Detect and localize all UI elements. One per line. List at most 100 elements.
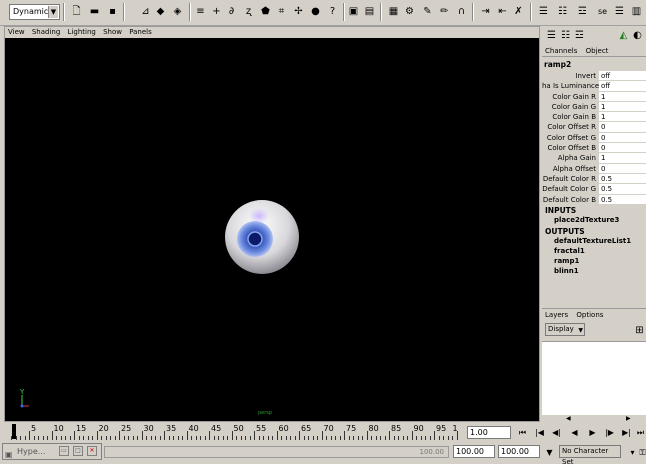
attribute-view-icon[interactable]: ☷ xyxy=(558,28,573,43)
render-view-icon[interactable]: ◐ xyxy=(630,28,645,43)
step-back-frame-icon[interactable]: ◀| xyxy=(550,426,563,439)
restore-button[interactable]: ▭ xyxy=(59,446,69,456)
attribute-value[interactable]: 1 xyxy=(599,101,646,113)
play-forward-icon[interactable]: ▶ xyxy=(586,426,599,439)
menu-set-dropdown[interactable]: Dynamics ▼ xyxy=(9,4,60,20)
ipr-render-icon[interactable]: ▤ xyxy=(362,4,377,19)
sphere-icon[interactable]: ● xyxy=(308,4,323,19)
input-icon[interactable]: ⇥ xyxy=(478,4,493,19)
maximize-button[interactable]: □ xyxy=(73,446,83,456)
attribute-value[interactable]: 1 xyxy=(599,153,646,164)
snap-surface-icon[interactable]: ✢ xyxy=(291,4,306,19)
attribute-row[interactable]: Default Color B 0.5 xyxy=(542,194,646,205)
range-end-field[interactable]: 100.00 xyxy=(498,445,540,458)
menu-view[interactable]: View xyxy=(8,28,25,36)
pick-mask-icon[interactable]: ≡ xyxy=(193,4,208,19)
time-slider[interactable]: 5 10 15 20 25 30 35 40 45 50 55 60 65 70 75 80 85 90 95 1 1… xyxy=(0,423,646,441)
tab-object[interactable]: Object xyxy=(586,47,609,55)
layer-scrollbar[interactable]: ◀ ▶ xyxy=(542,415,646,423)
attribute-editor-icon[interactable]: ☰ xyxy=(536,4,551,19)
minimized-window-hypershade[interactable]: ▣ Hype... ▭ □ ✕ xyxy=(2,443,102,460)
paint-icon[interactable]: ✎ xyxy=(420,4,435,19)
menu-layers[interactable]: Layers xyxy=(545,311,568,319)
help-icon[interactable]: ? xyxy=(325,4,340,19)
new-layer-icon[interactable]: ⊞ xyxy=(632,323,646,338)
menu-show[interactable]: Show xyxy=(103,28,122,36)
list-icon[interactable]: ☰ xyxy=(612,4,627,19)
select-hierarchy-icon[interactable]: ⊿ xyxy=(138,4,153,19)
output-node[interactable]: fractal1 xyxy=(554,247,585,255)
panel-icon[interactable]: ▥ xyxy=(629,4,644,19)
attribute-row[interactable]: Alpha Offset 0 xyxy=(542,163,646,174)
snap-plane-icon[interactable]: ⌗ xyxy=(274,4,289,19)
tool-view-icon[interactable]: ☲ xyxy=(572,28,587,43)
key-icon[interactable]: ⚿ xyxy=(636,446,646,459)
viewport-canvas[interactable]: Y persp xyxy=(5,38,539,421)
go-to-start-icon[interactable]: ⏮ xyxy=(516,426,529,439)
node-name[interactable]: ramp2 xyxy=(544,60,644,70)
output-node[interactable]: defaultTextureList1 xyxy=(554,237,631,245)
current-time-marker[interactable] xyxy=(12,424,16,439)
select-object-icon[interactable]: ◆ xyxy=(153,4,168,19)
snap-grid-icon[interactable]: ʐ xyxy=(241,4,256,19)
attribute-row[interactable]: Color Offset R0 xyxy=(542,122,646,133)
select-component-icon[interactable]: ◈ xyxy=(170,4,185,19)
snap-curve-icon[interactable]: ∂ xyxy=(224,4,239,19)
attribute-value[interactable]: off xyxy=(599,71,646,82)
tab-channels[interactable]: Channels xyxy=(545,47,577,55)
menu-shading[interactable]: Shading xyxy=(32,28,60,36)
snap-point-icon[interactable]: ⬟ xyxy=(258,4,273,19)
tool-settings-icon[interactable]: ☷ xyxy=(555,4,570,19)
output-node[interactable]: blinn1 xyxy=(554,267,579,275)
attribute-row[interactable]: Alpha Gain 1 xyxy=(542,153,646,164)
render-icon[interactable]: ▣ xyxy=(346,4,361,19)
layer-type-dropdown[interactable]: Display ▼ xyxy=(545,323,585,336)
attribute-value[interactable]: 0 xyxy=(599,143,646,154)
go-to-end-icon[interactable]: ⏭ xyxy=(634,426,646,439)
open-scene-icon[interactable]: ▬ xyxy=(87,4,102,19)
attribute-value[interactable]: 0 xyxy=(599,132,646,144)
sculpt-icon[interactable]: ✏ xyxy=(437,4,452,19)
perspective-viewport[interactable]: View Shading Lighting Show Panels Y pers… xyxy=(4,26,540,422)
attribute-value[interactable]: 1 xyxy=(599,91,646,102)
attribute-value[interactable]: 0 xyxy=(599,163,646,174)
shader-icon[interactable]: ◭ xyxy=(616,28,631,43)
input-node[interactable]: place2dTexture3 xyxy=(554,216,619,224)
scroll-left-icon[interactable]: ◀ xyxy=(566,415,571,422)
attribute-value[interactable]: 0.5 xyxy=(599,184,646,195)
output-icon[interactable]: ⇤ xyxy=(495,4,510,19)
output-node[interactable]: ramp1 xyxy=(554,257,579,265)
construction-history-icon[interactable]: ✗ xyxy=(511,4,526,19)
plus-icon[interactable]: + xyxy=(209,4,224,19)
channel-box-icon[interactable]: ☲ xyxy=(575,4,590,19)
menu-options[interactable]: Options xyxy=(576,311,603,319)
menu-panels[interactable]: Panels xyxy=(129,28,152,36)
attribute-row[interactable]: Color Gain R1 xyxy=(542,91,646,102)
layer-list[interactable] xyxy=(542,341,646,415)
attribute-row[interactable]: Default Color R 0.5 xyxy=(542,173,646,185)
attribute-row[interactable]: ha Is Luminance off xyxy=(542,81,646,92)
play-backward-icon[interactable]: ◀ xyxy=(568,426,581,439)
close-button[interactable]: ✕ xyxy=(87,446,97,456)
new-scene-icon[interactable]: 🗋 xyxy=(69,4,84,19)
range-start-field[interactable]: 100.00 xyxy=(453,445,495,458)
render-settings-icon[interactable]: ▦ xyxy=(386,4,401,19)
scroll-right-icon[interactable]: ▶ xyxy=(626,415,631,422)
attribute-row[interactable]: Default Color G 0.5 xyxy=(542,184,646,195)
magnet-icon[interactable]: ∩ xyxy=(454,4,469,19)
character-set-field[interactable]: No Character Set xyxy=(559,445,621,464)
attribute-value[interactable]: 0 xyxy=(599,122,646,133)
range-slider[interactable]: 100.00 xyxy=(104,446,449,458)
attribute-value[interactable]: 1 xyxy=(599,112,646,123)
current-frame-field[interactable]: 1.00 xyxy=(467,426,511,439)
attribute-row[interactable]: Color Gain G1 xyxy=(542,101,646,113)
channel-box-view-icon[interactable]: ☰ xyxy=(544,28,559,43)
attribute-value[interactable]: 0.5 xyxy=(599,194,646,205)
attribute-row[interactable]: Invert off xyxy=(542,71,646,82)
range-dropdown-icon[interactable]: ▼ xyxy=(543,446,556,459)
step-forward-frame-icon[interactable]: |▶ xyxy=(603,426,616,439)
time-ruler[interactable]: 5 10 15 20 25 30 35 40 45 50 55 60 65 70 75 80 85 90 95 1 xyxy=(9,424,464,440)
step-back-key-icon[interactable]: |◀ xyxy=(533,426,546,439)
attribute-row[interactable]: Color Offset G0 xyxy=(542,132,646,144)
attribute-row[interactable]: Color Gain B1 xyxy=(542,112,646,123)
